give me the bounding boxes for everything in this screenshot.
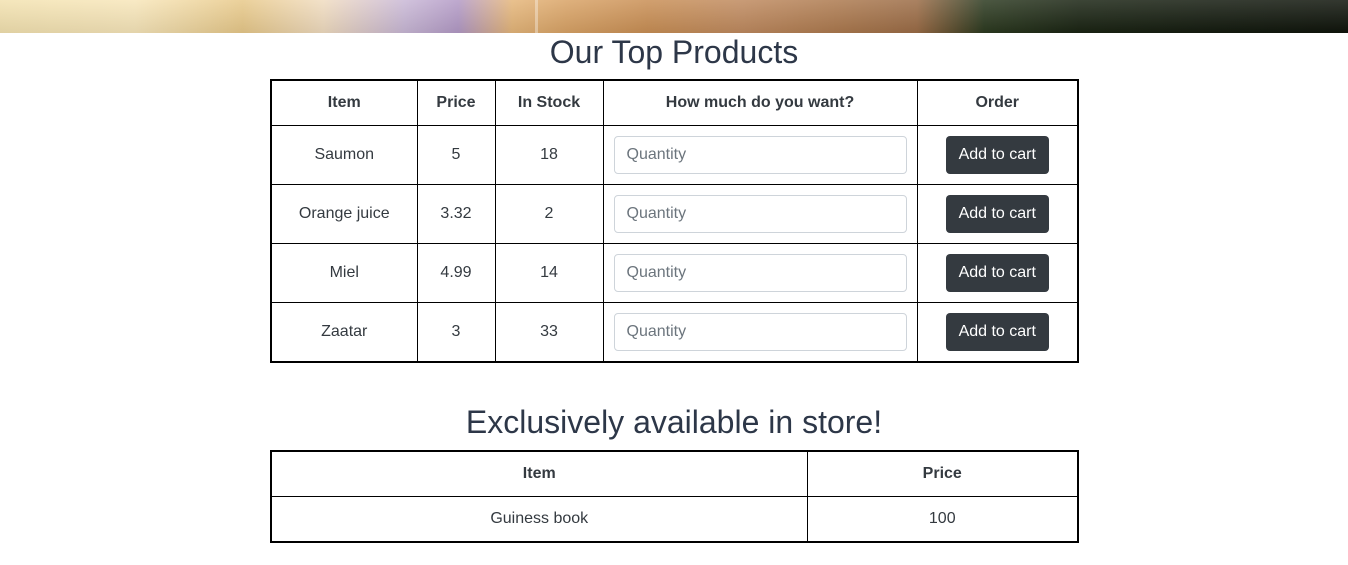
cell-order: Add to cart: [916, 243, 1079, 303]
table-header-row: Item Price In Stock How much do you want…: [270, 79, 1079, 126]
header-stock: In Stock: [494, 79, 604, 126]
add-to-cart-button[interactable]: Add to cart: [945, 313, 1049, 351]
table-row: Miel 4.99 14 Add to cart: [270, 243, 1079, 303]
top-products-table: Item Price In Stock How much do you want…: [270, 79, 1079, 363]
cell-item: Guiness book: [270, 496, 808, 543]
quantity-input[interactable]: [613, 195, 907, 233]
header-price: Price: [806, 450, 1079, 497]
table-row: Orange juice 3.32 2 Add to cart: [270, 184, 1079, 244]
cell-price: 4.99: [416, 243, 496, 303]
table-row: Saumon 5 18 Add to cart: [270, 125, 1079, 185]
cell-order: Add to cart: [916, 184, 1079, 244]
cell-stock: 33: [494, 302, 604, 363]
cell-quantity: [602, 243, 918, 303]
add-to-cart-button[interactable]: Add to cart: [945, 136, 1049, 174]
cell-item: Zaatar: [270, 302, 418, 363]
header-price: Price: [416, 79, 496, 126]
header-order: Order: [916, 79, 1079, 126]
banner-shade: [0, 0, 1348, 33]
cell-quantity: [602, 184, 918, 244]
cell-item: Saumon: [270, 125, 418, 185]
cell-order: Add to cart: [916, 125, 1079, 185]
header-item: Item: [270, 450, 808, 497]
quantity-input[interactable]: [613, 313, 907, 351]
header-quantity: How much do you want?: [602, 79, 918, 126]
cell-stock: 14: [494, 243, 604, 303]
table-row: Zaatar 3 33 Add to cart: [270, 302, 1079, 363]
store-exclusive-table: Item Price Guiness book 100: [270, 450, 1079, 543]
hero-banner-image: [0, 0, 1348, 33]
top-products-title: Our Top Products: [549, 34, 799, 70]
cell-price: 100: [806, 496, 1079, 543]
cell-price: 5: [416, 125, 496, 185]
cell-stock: 18: [494, 125, 604, 185]
cell-price: 3.32: [416, 184, 496, 244]
quantity-input[interactable]: [613, 136, 907, 174]
cell-quantity: [602, 302, 918, 363]
banner-highlight: [535, 0, 538, 33]
table-row: Guiness book 100: [270, 496, 1079, 543]
cell-item: Orange juice: [270, 184, 418, 244]
store-exclusive-title: Exclusively available in store!: [465, 404, 883, 440]
cell-order: Add to cart: [916, 302, 1079, 363]
cell-quantity: [602, 125, 918, 185]
header-item: Item: [270, 79, 418, 126]
add-to-cart-button[interactable]: Add to cart: [945, 195, 1049, 233]
add-to-cart-button[interactable]: Add to cart: [945, 254, 1049, 292]
quantity-input[interactable]: [613, 254, 907, 292]
cell-price: 3: [416, 302, 496, 363]
table-header-row: Item Price: [270, 450, 1079, 497]
cell-item: Miel: [270, 243, 418, 303]
cell-stock: 2: [494, 184, 604, 244]
